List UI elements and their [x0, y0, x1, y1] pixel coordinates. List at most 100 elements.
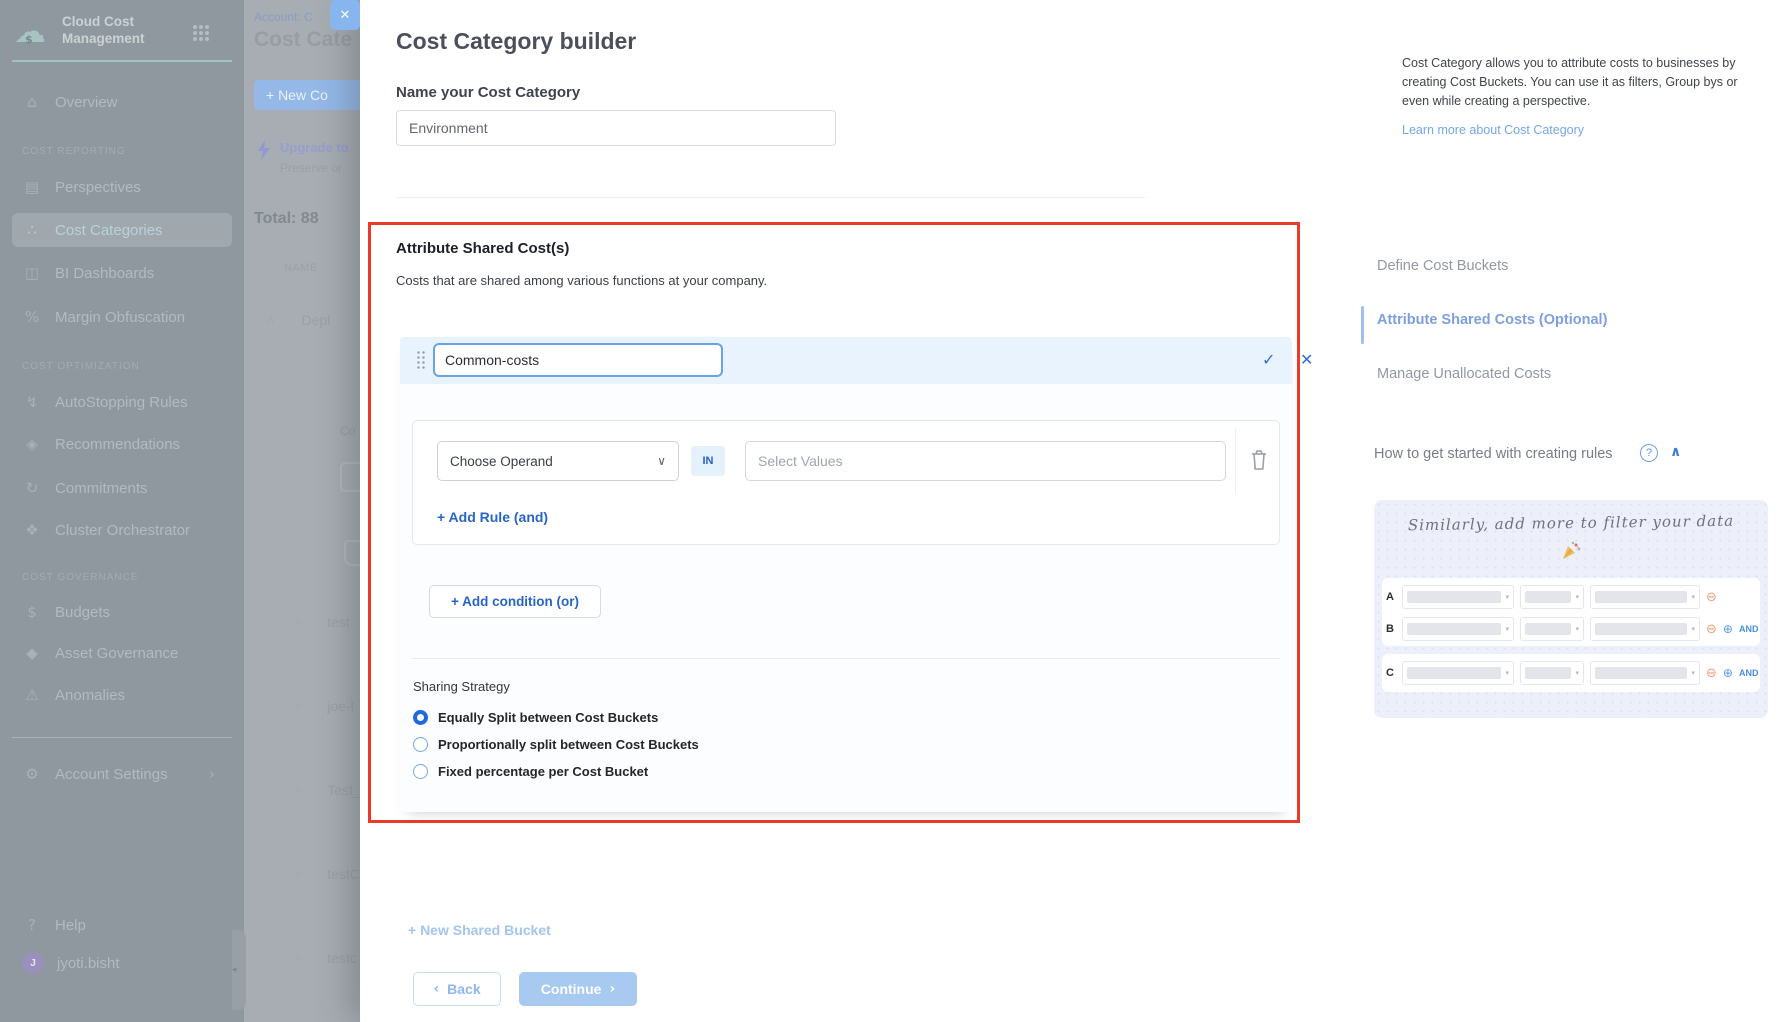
- chevron-up-icon[interactable]: ∧: [1670, 444, 1681, 460]
- sidebar-divider: [12, 60, 232, 62]
- shared-costs-heading: Attribute Shared Cost(s): [396, 240, 569, 257]
- sidebar-divider: [12, 737, 232, 738]
- row-label: A: [1386, 591, 1396, 603]
- shared-costs-description: Costs that are shared among various func…: [396, 273, 767, 288]
- add-circle-icon: ⊕: [1723, 666, 1733, 680]
- gear-icon: ⚙: [22, 765, 42, 783]
- name-field-label: Name your Cost Category: [396, 84, 580, 101]
- cluster-icon: ❖: [22, 521, 42, 539]
- page-title: Cost Category builder: [396, 28, 636, 55]
- sidebar-item-budgets[interactable]: $ Budgets: [12, 595, 232, 629]
- autostopping-icon: ↯: [22, 393, 42, 411]
- table-row-expanded[interactable]: ∧ Depl: [266, 312, 330, 328]
- example-rule-row-b: B ▾ ▾ ▾ ⊖ ⊕ AND: [1386, 616, 1758, 642]
- step-manage-unallocated-costs[interactable]: Manage Unallocated Costs: [1377, 366, 1551, 382]
- back-button[interactable]: ‹ Back: [413, 972, 501, 1006]
- skeleton-select: ▾: [1590, 661, 1700, 685]
- module-grid-icon[interactable]: [192, 24, 210, 42]
- table-row[interactable]: › testc: [296, 950, 357, 966]
- table-row[interactable]: › Test_: [296, 782, 360, 798]
- cost-category-builder-modal: ✕ Cost Category builder Name your Cost C…: [360, 0, 1778, 1022]
- new-shared-bucket-button[interactable]: + New Shared Bucket: [408, 922, 551, 938]
- bucket-name-input[interactable]: [433, 343, 723, 377]
- table-row[interactable]: › joe-t: [296, 698, 354, 714]
- rule-divider: [1235, 429, 1236, 493]
- question-circle-icon[interactable]: ?: [1640, 444, 1658, 462]
- strategy-option-fixed[interactable]: Fixed percentage per Cost Bucket: [413, 764, 648, 779]
- sidebar-item-perspectives[interactable]: ▤ Perspectives: [12, 170, 232, 204]
- section-label-cost-reporting: COST REPORTING: [22, 146, 126, 157]
- sidebar-item-anomalies[interactable]: ⚠ Anomalies: [12, 678, 232, 712]
- ghost-icon: [340, 462, 360, 492]
- sidebar-item-autostopping-rules[interactable]: ↯ AutoStopping Rules: [12, 385, 232, 419]
- sidebar-item-help[interactable]: ? Help: [12, 908, 232, 942]
- chevron-right-icon: ›: [296, 951, 301, 966]
- chevron-right-icon: ›: [202, 765, 222, 783]
- radio-label: Fixed percentage per Cost Bucket: [438, 764, 648, 779]
- cost-bucket-mini-label: Co: [340, 424, 355, 438]
- warning-icon: ⚠: [22, 686, 42, 704]
- continue-label: Continue: [541, 981, 602, 997]
- add-condition-button[interactable]: + Add condition (or): [429, 585, 601, 618]
- section-label-cost-governance: COST GOVERNANCE: [22, 572, 139, 583]
- example-rule-row-c: C ▾ ▾ ▾ ⊖ ⊕ AND: [1386, 660, 1758, 686]
- sidebar-item-label: Recommendations: [55, 436, 180, 453]
- active-step-indicator: [1361, 306, 1364, 344]
- close-icon[interactable]: ✕: [330, 0, 360, 30]
- table-row[interactable]: › test: [296, 614, 350, 630]
- dollar-icon: $: [22, 603, 42, 621]
- sidebar-item-user[interactable]: J jyoti.bisht: [12, 946, 232, 980]
- howto-illustration-panel: Similarly, add more to filter your data …: [1374, 500, 1768, 718]
- strategy-option-proportionally[interactable]: Proportionally split between Cost Bucket…: [413, 737, 699, 752]
- sidebar-item-overview[interactable]: ⌂ Overview: [12, 85, 232, 119]
- radio-selected-icon[interactable]: [413, 710, 428, 725]
- new-cost-category-button[interactable]: + New Co: [254, 80, 360, 110]
- sidebar-item-cluster-orchestrator[interactable]: ❖ Cluster Orchestrator: [12, 513, 232, 547]
- table-row[interactable]: › testC: [296, 866, 360, 882]
- sidebar-item-asset-governance[interactable]: ◆ Asset Governance: [12, 636, 232, 670]
- learn-more-link[interactable]: Learn more about Cost Category: [1402, 123, 1584, 137]
- cancel-x-icon[interactable]: ✕: [1300, 350, 1313, 369]
- sidebar-item-margin-obfuscation[interactable]: % Margin Obfuscation: [12, 300, 232, 334]
- confirm-check-icon[interactable]: ✓: [1262, 350, 1275, 369]
- chevron-left-icon: ‹: [433, 981, 439, 997]
- refresh-icon: ↻: [22, 479, 42, 497]
- category-icon: ∴: [22, 221, 42, 239]
- chevron-up-icon: ∧: [266, 313, 276, 328]
- continue-button[interactable]: Continue ›: [519, 972, 637, 1006]
- ghost-icon: [344, 540, 360, 566]
- sidebar-collapse-handle[interactable]: ◂: [232, 930, 246, 1010]
- delete-rule-trash-icon[interactable]: [1249, 448, 1271, 474]
- upgrade-banner-subtitle: Preserve or: [280, 161, 342, 175]
- step-attribute-shared-costs[interactable]: Attribute Shared Costs (Optional): [1377, 312, 1607, 328]
- strategy-option-equally[interactable]: Equally Split between Cost Buckets: [413, 710, 658, 725]
- select-values-input[interactable]: [745, 441, 1226, 481]
- home-icon: ⌂: [22, 93, 42, 111]
- sidebar-item-account-settings[interactable]: ⚙ Account Settings ›: [12, 757, 232, 791]
- step-define-cost-buckets[interactable]: Define Cost Buckets: [1377, 258, 1508, 274]
- app-title: Cloud Cost Management: [62, 14, 182, 48]
- strategy-divider: [412, 658, 1280, 659]
- cost-category-name-input[interactable]: [396, 110, 836, 146]
- chevron-left-icon: ◂: [232, 965, 237, 975]
- add-rule-button[interactable]: + Add Rule (and): [437, 509, 548, 525]
- sidebar-item-cost-categories[interactable]: ∴ Cost Categories: [12, 213, 232, 247]
- radio-icon[interactable]: [413, 764, 428, 779]
- sidebar-item-commitments[interactable]: ↻ Commitments: [12, 471, 232, 505]
- background-page: Account: C Cost Cate + New Co Upgrade to…: [244, 0, 360, 1022]
- sidebar-item-label: Commitments: [55, 480, 148, 497]
- operator-in-badge[interactable]: IN: [691, 446, 725, 476]
- skeleton-select: ▾: [1520, 617, 1584, 641]
- chevron-right-icon: ›: [296, 783, 301, 798]
- skeleton-select: ▾: [1520, 585, 1584, 609]
- drag-handle-icon[interactable]: [416, 350, 426, 371]
- app-logo: ☁$ Cloud Cost Management: [14, 14, 182, 48]
- operand-select[interactable]: Choose Operand ∨: [437, 441, 679, 481]
- and-label: AND: [1739, 668, 1759, 678]
- sidebar-item-recommendations[interactable]: ◈ Recommendations: [12, 427, 232, 461]
- row-label: B: [1386, 623, 1396, 635]
- sidebar-item-bi-dashboards[interactable]: ◫ BI Dashboards: [12, 256, 232, 290]
- skeleton-select: ▾: [1402, 617, 1514, 641]
- operand-select-value: Choose Operand: [450, 454, 553, 469]
- radio-icon[interactable]: [413, 737, 428, 752]
